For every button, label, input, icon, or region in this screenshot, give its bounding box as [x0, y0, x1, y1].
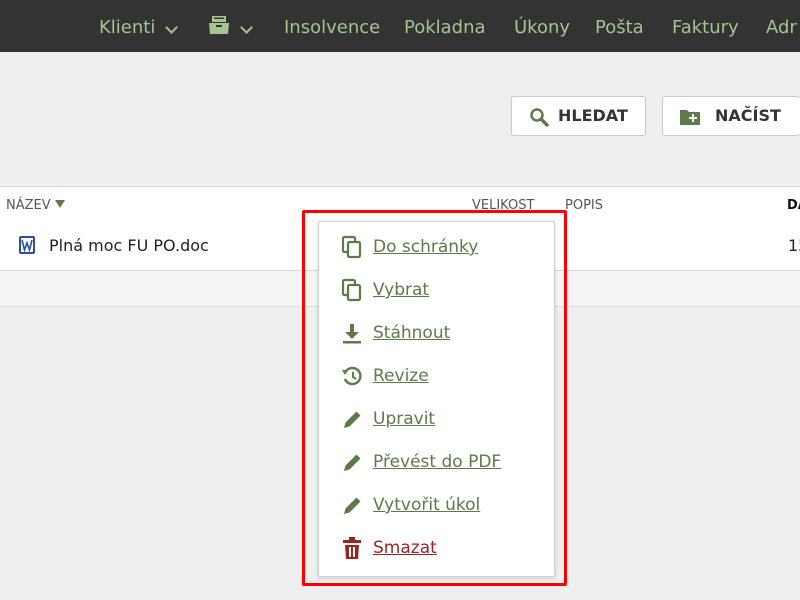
nav-item-faktury[interactable]: Faktury	[672, 0, 739, 52]
column-header-size[interactable]: VELIKOST	[472, 187, 534, 225]
trash-icon	[343, 537, 361, 559]
nav-item-archive[interactable]	[208, 0, 258, 52]
nav-item-insolvence[interactable]: Insolvence	[284, 0, 380, 52]
nav-label-pokladna: Pokladna	[404, 17, 486, 38]
menu-item-label: Upravit	[373, 409, 436, 429]
search-button[interactable]: HLEDAT	[511, 96, 646, 136]
menu-item-label: Vytvořit úkol	[373, 495, 481, 515]
load-button[interactable]: NAČÍST	[662, 96, 800, 136]
history-icon	[342, 366, 362, 386]
load-button-label: NAČÍST	[715, 106, 781, 125]
file-date: 15	[788, 236, 800, 255]
menu-item-create-task[interactable]: Vytvořit úkol	[319, 484, 554, 527]
nav-label-klienti: Klienti	[99, 17, 156, 38]
menu-item-delete[interactable]: Smazat	[319, 527, 554, 570]
nav-item-ukony[interactable]: Úkony	[514, 0, 570, 52]
top-navigation-bar: Klienti Insolvence Pokladna Úkony Pošta …	[0, 0, 800, 52]
column-header-name-label: NÁZEV	[6, 198, 51, 213]
nav-label-posta: Pošta	[595, 17, 644, 38]
menu-item-label: Stáhnout	[373, 323, 451, 343]
column-header-size-label: VELIKOST	[472, 198, 535, 213]
menu-item-label: Smazat	[373, 538, 437, 558]
menu-item-label: Revize	[373, 366, 429, 386]
menu-item-download[interactable]: Stáhnout	[319, 312, 554, 355]
pencil-icon	[344, 497, 361, 514]
download-icon	[343, 324, 361, 344]
column-header-description-label: POPIS	[565, 198, 603, 213]
file-name[interactable]: Plná moc FU PO.doc	[49, 223, 209, 268]
menu-item-select[interactable]: Vybrat	[319, 269, 554, 312]
chevron-down-icon	[165, 21, 178, 34]
menu-item-copy-to-clipboard[interactable]: Do schránky	[319, 226, 554, 269]
nav-item-klienti[interactable]: Klienti	[99, 0, 178, 52]
search-button-label: HLEDAT	[558, 106, 628, 125]
nav-item-adresar[interactable]: Adr	[766, 0, 797, 52]
pencil-icon	[344, 454, 361, 471]
nav-item-pokladna[interactable]: Pokladna	[404, 0, 486, 52]
pencil-icon	[344, 411, 361, 428]
menu-item-label: Převést do PDF	[373, 452, 502, 472]
copy-icon	[341, 235, 362, 259]
nav-label-insolvence: Insolvence	[284, 17, 381, 38]
menu-item-label: Do schránky	[373, 237, 479, 257]
nav-item-posta[interactable]: Pošta	[595, 0, 644, 52]
column-header-date[interactable]: DA	[787, 187, 800, 225]
table-header: NÁZEV VELIKOST POPIS DA	[0, 186, 800, 224]
archive-box-icon	[209, 16, 229, 34]
search-icon	[530, 108, 549, 127]
nav-label-adresar: Adr	[766, 17, 797, 38]
word-doc-icon	[19, 236, 35, 254]
copy-icon	[341, 278, 362, 302]
column-header-date-label: DA	[787, 198, 800, 213]
column-header-description[interactable]: POPIS	[565, 187, 603, 225]
menu-item-edit[interactable]: Upravit	[319, 398, 554, 441]
chevron-down-icon	[240, 21, 253, 34]
menu-item-revisions[interactable]: Revize	[319, 355, 554, 398]
nav-label-ukony: Úkony	[514, 17, 571, 38]
menu-item-label: Vybrat	[373, 280, 430, 300]
sort-down-icon	[54, 200, 65, 208]
context-menu: Do schránky Vybrat Stáhnout Revize Uprav…	[318, 221, 555, 577]
nav-label-faktury: Faktury	[672, 17, 739, 38]
menu-item-convert-pdf[interactable]: Převést do PDF	[319, 441, 554, 484]
folder-add-icon	[680, 110, 700, 125]
column-header-name[interactable]: NÁZEV	[6, 187, 65, 225]
